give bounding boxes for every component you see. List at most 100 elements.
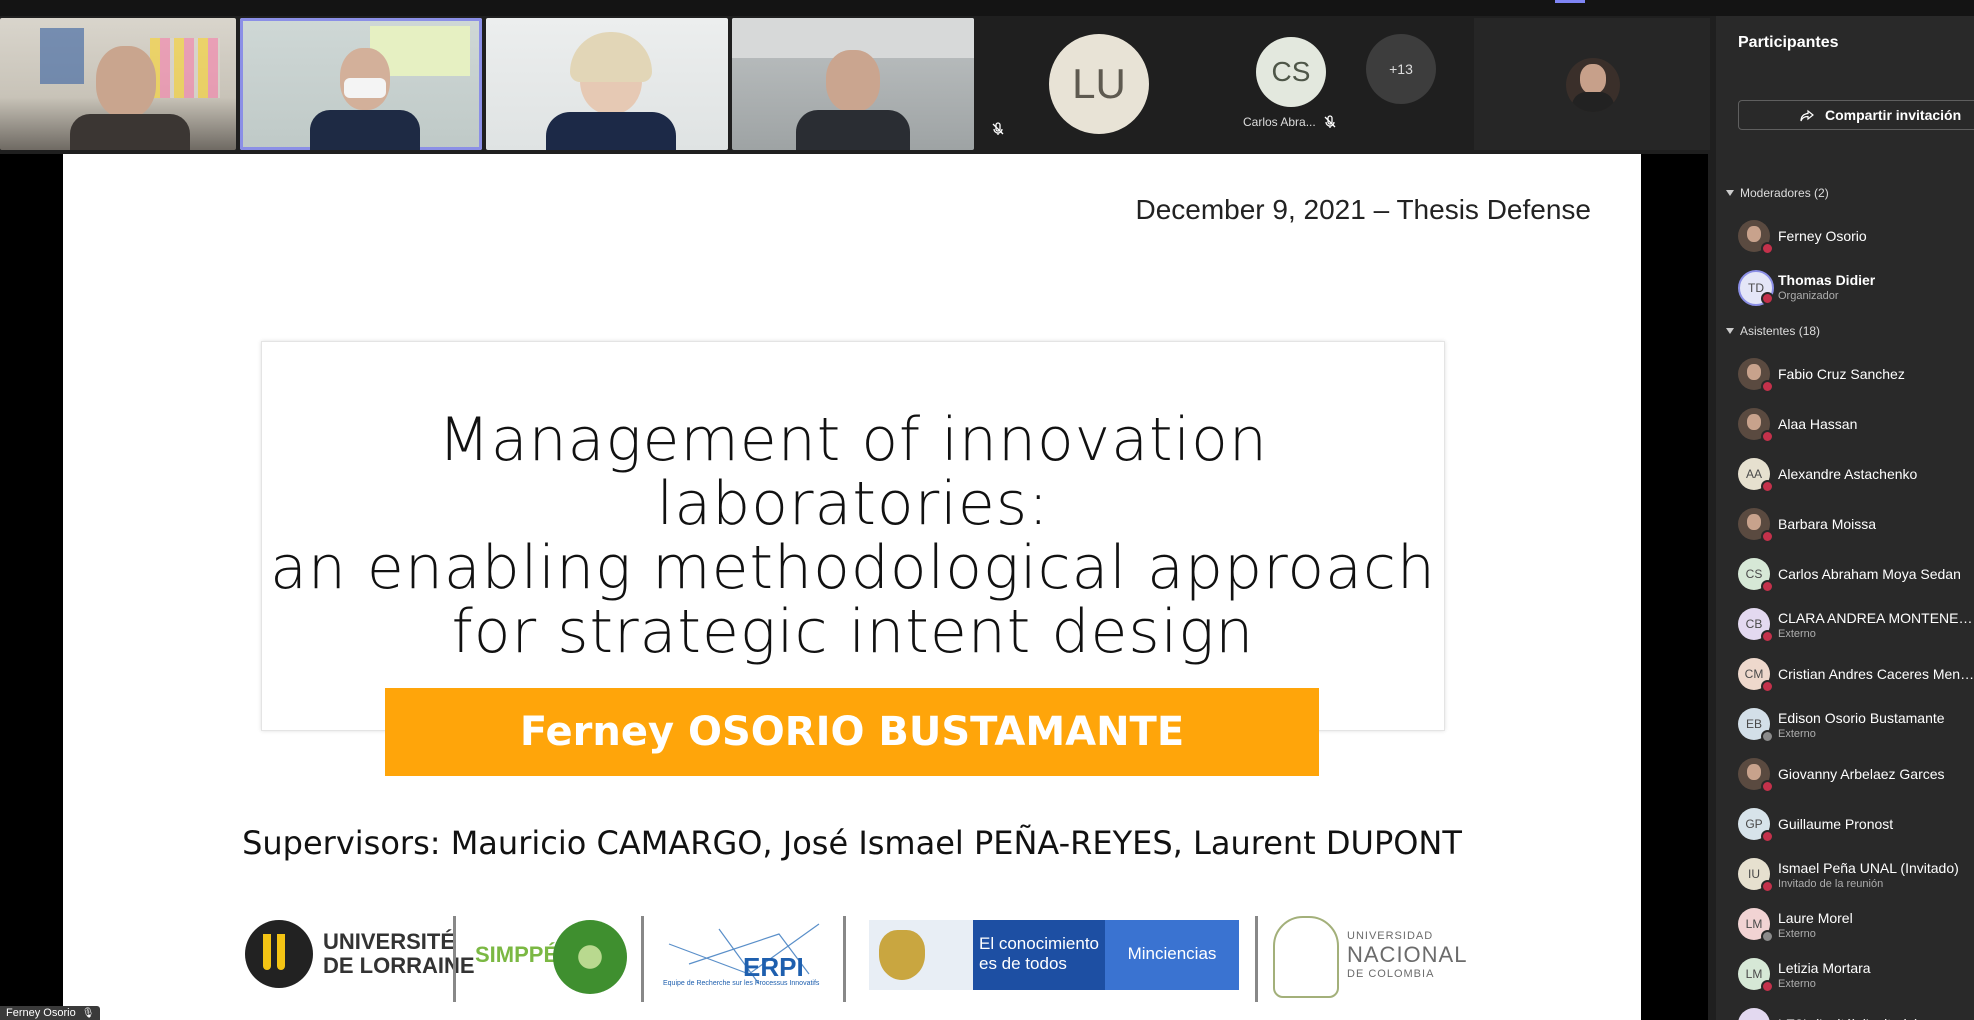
presence-status-icon	[1761, 292, 1774, 305]
logo-divider	[453, 916, 456, 1002]
unal-text-3: DE COLOMBIA	[1347, 968, 1435, 980]
share-invitation-label: Compartir invitación	[1825, 107, 1962, 123]
participant-item[interactable]: AA Alexandre Astachenko	[1738, 454, 1974, 494]
erpi-logo-text: ERPI	[743, 952, 804, 982]
participant-role: Invitado de la reunión	[1778, 878, 1884, 890]
erpi-logo-subtext: Equipe de Recherche sur les Processus In…	[663, 980, 820, 987]
simppe-logo-text: SIMPPÉ	[475, 942, 559, 967]
simppe-logo-icon	[553, 920, 627, 994]
participant-name: Ismael Peña UNAL (Invitado)	[1778, 860, 1959, 876]
participants-title: Participantes	[1738, 34, 1839, 51]
participant-name: CLARA ANDREA MONTENEG...	[1778, 610, 1974, 626]
logo-divider	[1255, 916, 1258, 1002]
participant-role: Externo	[1778, 728, 1816, 740]
unal-seal-icon	[1273, 916, 1339, 998]
minciencias-logo: El conocimiento es de todos Minciencias	[869, 920, 1239, 990]
supervisors-text: Supervisors: Mauricio CAMARGO, José Isma…	[242, 824, 1462, 862]
presence-status-icon	[1761, 780, 1774, 793]
speaker-name: Ferney Osorio	[6, 1007, 76, 1019]
participant-item[interactable]: Fabio Cruz Sanchez	[1738, 354, 1974, 394]
logo-divider	[641, 916, 644, 1002]
participant-item[interactable]: CM Cristian Andres Caceres Mend...	[1738, 654, 1974, 694]
participant-name: Giovanny Arbelaez Garces	[1778, 766, 1945, 782]
presence-status-icon	[1761, 580, 1774, 593]
participant-item[interactable]: LE2L (Invité) (Invitado)	[1738, 1004, 1974, 1020]
participant-item[interactable]: Giovanny Arbelaez Garces	[1738, 754, 1974, 794]
presence-status-icon	[1761, 242, 1774, 255]
participant-name: LE2L (Invité) (Invitado)	[1778, 1016, 1974, 1020]
video-tile-2[interactable]	[240, 18, 482, 150]
video-tile-1[interactable]	[0, 18, 236, 150]
presence-status-icon	[1761, 530, 1774, 543]
participant-name: Guillaume Pronost	[1778, 816, 1894, 832]
minciencias-text-1: El conocimiento	[979, 934, 1100, 953]
overflow-participants-button[interactable]: +13	[1366, 34, 1436, 104]
title-box: Management of innovation laboratories: a…	[261, 341, 1445, 731]
participant-item[interactable]: GP Guillaume Pronost	[1738, 804, 1974, 844]
presence-status-icon	[1761, 630, 1774, 643]
presence-status-icon	[1761, 430, 1774, 443]
lorraine-logo-icon	[245, 920, 313, 988]
presence-status-icon	[1761, 730, 1774, 743]
avatar-self	[1566, 58, 1620, 112]
moderators-header[interactable]: Moderadores (2)	[1726, 186, 1829, 200]
participants-panel: Participantes Compartir invitación Moder…	[1716, 16, 1974, 1020]
participant-name: Laure Morel	[1778, 910, 1853, 926]
participant-item[interactable]: LM Letizia Mortara Externo	[1738, 954, 1974, 994]
lorraine-text-1: UNIVERSITÉ	[323, 929, 456, 954]
participant-name: Cristian Andres Caceres Mend...	[1778, 666, 1974, 682]
attendees-header[interactable]: Asistentes (18)	[1726, 324, 1820, 338]
participant-item[interactable]: EB Edison Osorio Bustamante Externo	[1738, 704, 1974, 744]
participant-role: Externo	[1778, 928, 1816, 940]
mic-off-icon	[992, 122, 1004, 135]
active-indicator	[1555, 0, 1585, 3]
participant-name: Edison Osorio Bustamante	[1778, 710, 1945, 726]
avatar-cs[interactable]: CS	[1256, 37, 1326, 107]
avatar	[1738, 1008, 1770, 1020]
chevron-down-icon	[1726, 328, 1734, 334]
presence-status-icon	[1761, 380, 1774, 393]
unal-logo-text: UNIVERSIDAD NACIONAL DE COLOMBIA	[1347, 930, 1467, 980]
participant-name: Barbara Moissa	[1778, 516, 1877, 532]
participant-item[interactable]: CB CLARA ANDREA MONTENEG... Externo	[1738, 604, 1974, 644]
author-banner: Ferney OSORIO BUSTAMANTE	[385, 688, 1319, 776]
presence-status-icon	[1761, 830, 1774, 843]
share-invitation-button[interactable]: Compartir invitación	[1738, 100, 1974, 130]
participant-item[interactable]: IU Ismael Peña UNAL (Invitado) Invitado de…	[1738, 854, 1974, 894]
participant-name: Letizia Mortara	[1778, 960, 1871, 976]
top-bar	[0, 0, 1974, 16]
presence-status-icon	[1761, 930, 1774, 943]
logo-divider	[843, 916, 846, 1002]
colombia-coat-of-arms-icon	[879, 930, 925, 980]
participant-item[interactable]: TD Thomas Didier Organizador	[1738, 266, 1974, 306]
minciencias-text-3: Minciencias	[1127, 944, 1217, 963]
participant-role: Externo	[1778, 628, 1816, 640]
mic-off-icon	[1324, 115, 1336, 128]
participant-item[interactable]: Ferney Osorio	[1738, 216, 1974, 256]
participant-item[interactable]: CS Carlos Abraham Moya Sedan	[1738, 554, 1974, 594]
participant-name-cs: Carlos Abra...	[1243, 115, 1316, 129]
slide-title: Management of innovation laboratories: a…	[262, 408, 1444, 664]
participant-name: Fabio Cruz Sanchez	[1778, 366, 1905, 382]
presence-status-icon	[1761, 880, 1774, 893]
participant-name: Thomas Didier	[1778, 272, 1876, 288]
slide-title-line-1: Management of innovation laboratories:	[438, 405, 1268, 539]
mic-off-icon: 🎙	[81, 1007, 95, 1019]
video-tile-4[interactable]	[732, 18, 974, 150]
moderators-header-label: Moderadores (2)	[1740, 186, 1829, 200]
participant-item[interactable]: LM Laure Morel Externo	[1738, 904, 1974, 944]
participant-name: Carlos Abraham Moya Sedan	[1778, 566, 1961, 582]
self-view-tile[interactable]	[1474, 18, 1710, 150]
video-tile-3[interactable]	[486, 18, 728, 150]
avatar-lu[interactable]: LU	[1049, 34, 1149, 134]
unal-text-2: NACIONAL	[1347, 942, 1468, 967]
logos-row: UNIVERSITÉ DE LORRAINE SIMPPÉ ERPI Equip…	[243, 910, 1523, 1002]
attendees-header-label: Asistentes (18)	[1740, 324, 1821, 338]
participant-item[interactable]: Alaa Hassan	[1738, 404, 1974, 444]
presence-status-icon	[1761, 980, 1774, 993]
presence-status-icon	[1761, 680, 1774, 693]
speaker-name-label: Ferney Osorio 🎙	[0, 1006, 101, 1020]
slide-title-line-2: an enabling methodological approach	[270, 533, 1436, 603]
participant-item[interactable]: Barbara Moissa	[1738, 504, 1974, 544]
presentation-slide: December 9, 2021 – Thesis Defense Manage…	[63, 154, 1641, 1020]
